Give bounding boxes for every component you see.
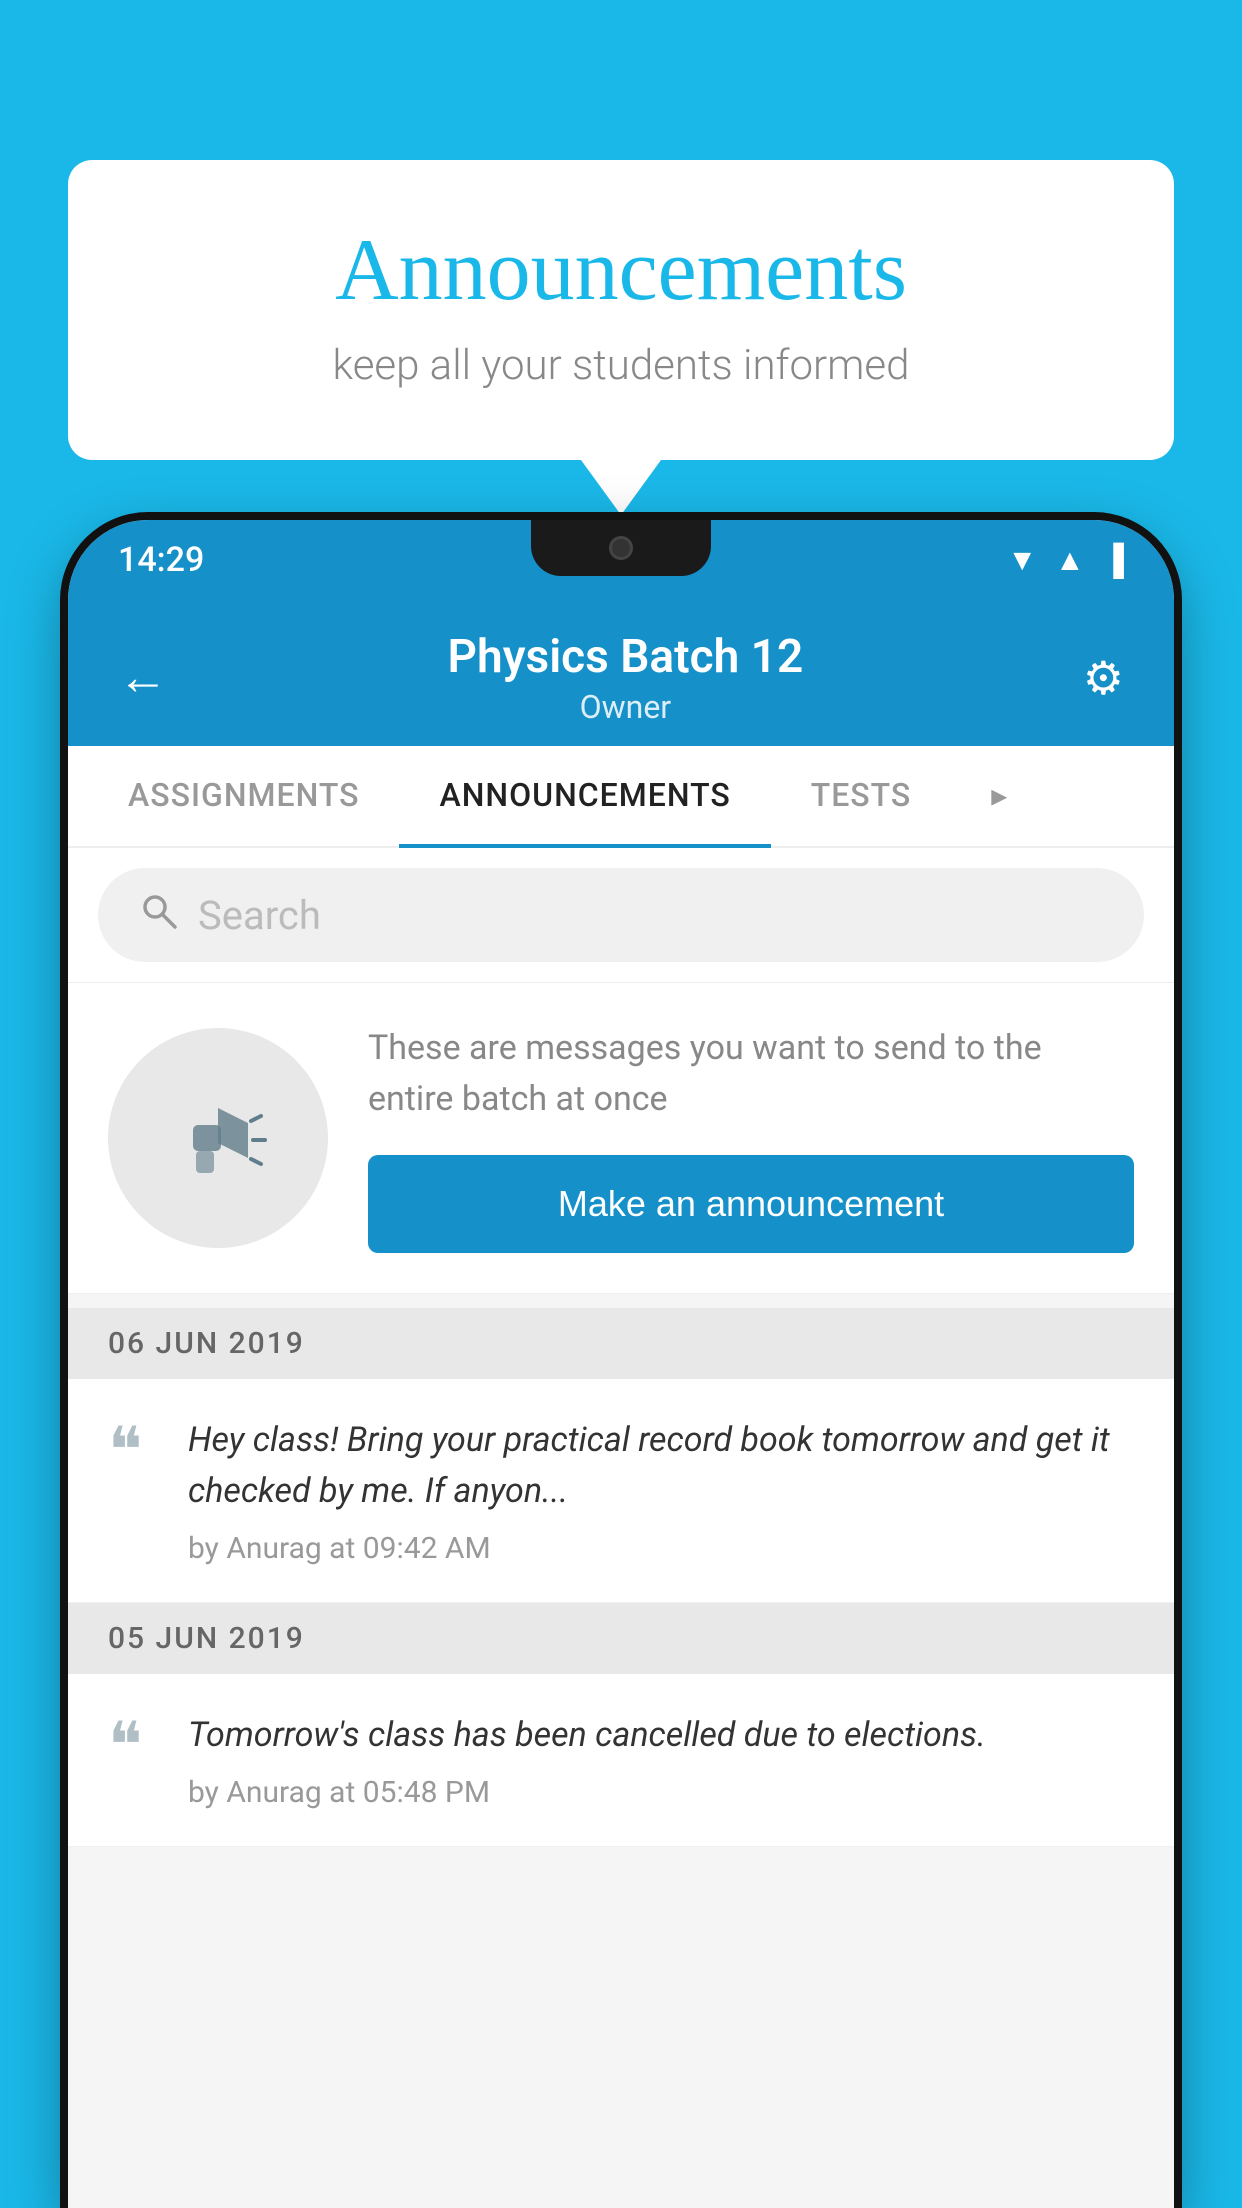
date-divider-2: 05 JUN 2019 [68, 1603, 1174, 1674]
announcement-message-2: Tomorrow's class has been cancelled due … [188, 1710, 1134, 1761]
announcement-text-2: Tomorrow's class has been cancelled due … [188, 1710, 1134, 1810]
announcement-text-1: Hey class! Bring your practical record b… [188, 1415, 1134, 1566]
search-bar-wrapper: Search [68, 848, 1174, 983]
notch [531, 520, 711, 576]
promo-description: These are messages you want to send to t… [368, 1023, 1134, 1125]
announcement-meta-1: by Anurag at 09:42 AM [188, 1531, 1134, 1566]
phone-inner: 14:29 ▼ ▲ ▐ ← Physics Batch 12 Owner ⚙ [68, 520, 1174, 2208]
batch-title: Physics Batch 12 [168, 630, 1083, 684]
speech-bubble-container: Announcements keep all your students inf… [68, 160, 1174, 515]
announcement-message-1: Hey class! Bring your practical record b… [188, 1415, 1134, 1517]
status-time: 14:29 [118, 540, 204, 580]
search-placeholder: Search [198, 892, 321, 939]
make-announcement-button[interactable]: Make an announcement [368, 1155, 1134, 1253]
speech-bubble-title: Announcements [148, 220, 1094, 321]
quote-icon-1: ❝ [108, 1419, 158, 1566]
announcement-promo: These are messages you want to send to t… [68, 983, 1174, 1294]
speech-bubble-arrow [581, 460, 661, 515]
header-title-area: Physics Batch 12 Owner [168, 630, 1083, 726]
search-bar[interactable]: Search [98, 868, 1144, 962]
speech-bubble: Announcements keep all your students inf… [68, 160, 1174, 460]
quote-icon-2: ❝ [108, 1714, 158, 1810]
tab-more[interactable]: ▸ [951, 746, 1048, 848]
date-label-2: 05 JUN 2019 [108, 1621, 305, 1656]
date-divider-1: 06 JUN 2019 [68, 1308, 1174, 1379]
announcement-meta-2: by Anurag at 05:48 PM [188, 1775, 1134, 1810]
more-icon: ▸ [991, 776, 1008, 814]
promo-icon-circle [108, 1028, 328, 1248]
phone-frame: 14:29 ▼ ▲ ▐ ← Physics Batch 12 Owner ⚙ [68, 520, 1174, 2208]
battery-icon: ▐ [1103, 543, 1124, 578]
tab-tests[interactable]: TESTS [771, 746, 952, 848]
promo-content: These are messages you want to send to t… [368, 1023, 1134, 1253]
tab-assignments[interactable]: ASSIGNMENTS [88, 746, 399, 848]
settings-button[interactable]: ⚙ [1083, 651, 1124, 706]
wifi-icon: ▼ [1007, 543, 1037, 578]
speech-bubble-subtitle: keep all your students informed [148, 341, 1094, 390]
phone-content: Search [68, 848, 1174, 2208]
app-header: ← Physics Batch 12 Owner ⚙ [68, 600, 1174, 746]
status-icons: ▼ ▲ ▐ [1007, 543, 1124, 578]
batch-role: Owner [168, 688, 1083, 726]
signal-icon: ▲ [1055, 543, 1085, 578]
announcement-item-2[interactable]: ❝ Tomorrow's class has been cancelled du… [68, 1674, 1174, 1847]
search-icon [138, 890, 178, 940]
date-label-1: 06 JUN 2019 [108, 1326, 305, 1361]
tabs-bar: ASSIGNMENTS ANNOUNCEMENTS TESTS ▸ [68, 746, 1174, 848]
status-bar: 14:29 ▼ ▲ ▐ [68, 520, 1174, 600]
tab-announcements[interactable]: ANNOUNCEMENTS [399, 746, 770, 848]
notch-camera [609, 536, 633, 560]
back-button[interactable]: ← [118, 653, 168, 703]
phone-wrapper: 14:29 ▼ ▲ ▐ ← Physics Batch 12 Owner ⚙ [68, 520, 1174, 2208]
announcement-item-1[interactable]: ❝ Hey class! Bring your practical record… [68, 1379, 1174, 1603]
